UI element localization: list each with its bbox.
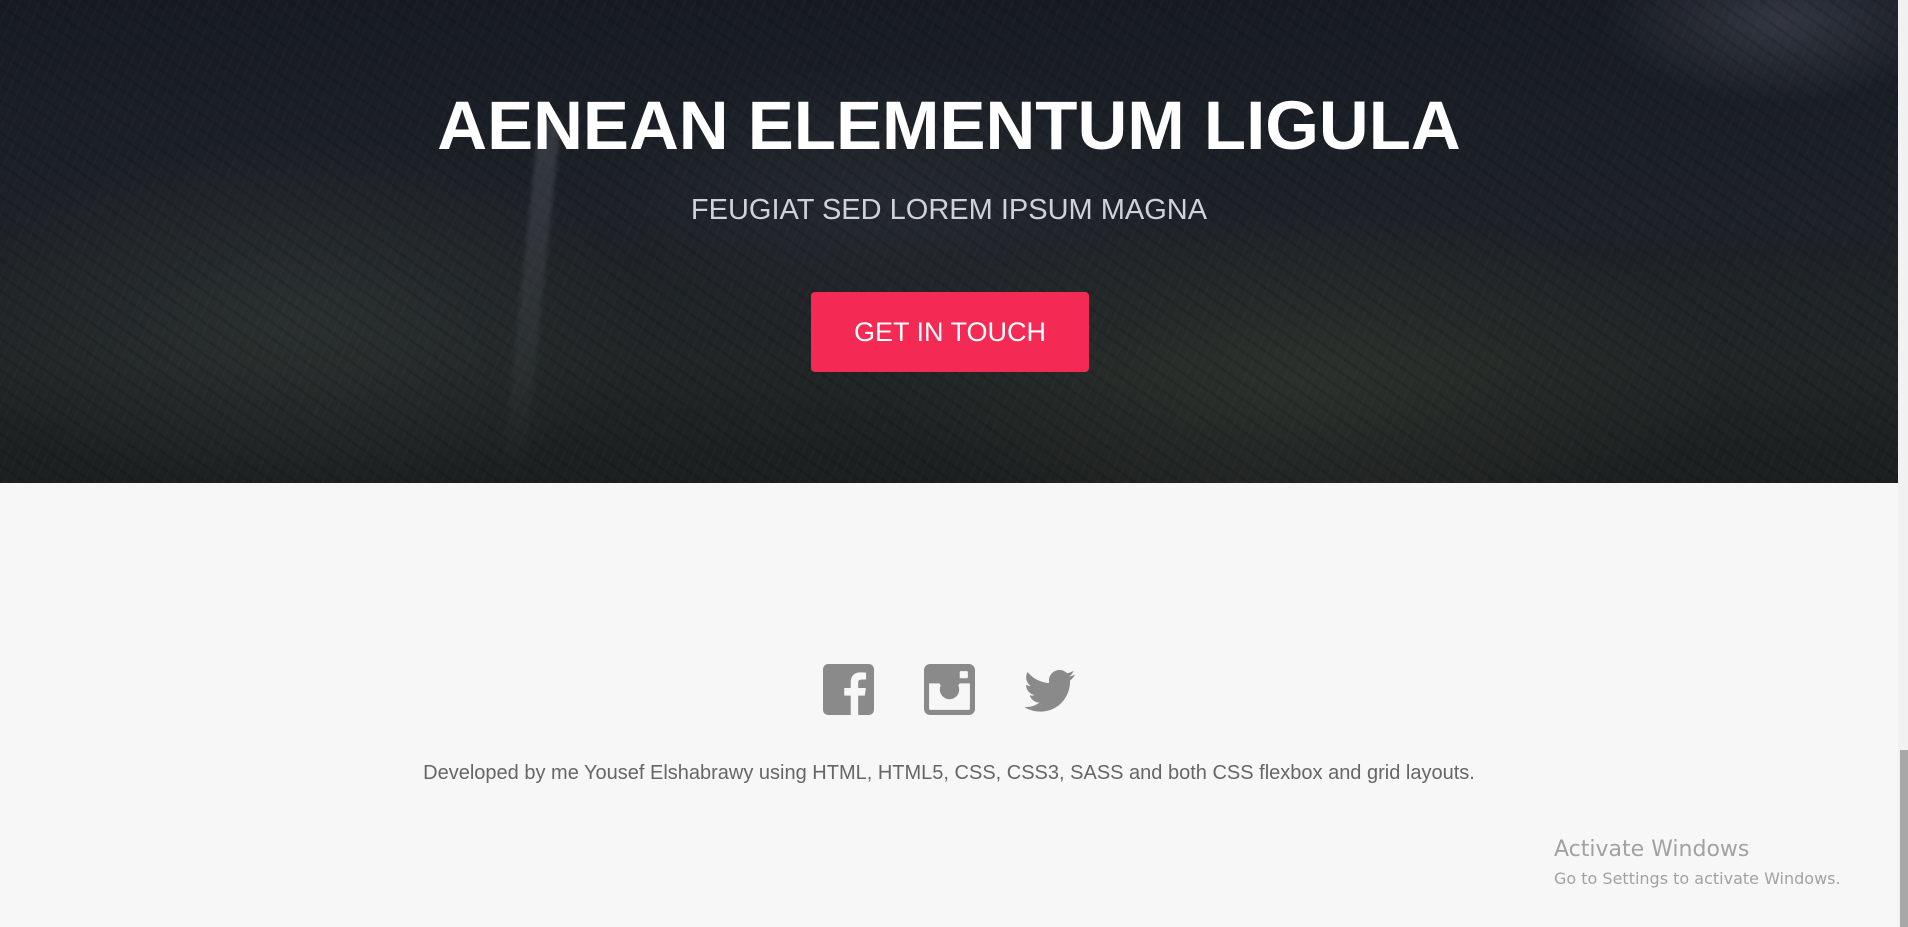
watermark-title: Activate Windows — [1554, 837, 1750, 862]
instagram-link[interactable] — [923, 664, 975, 715]
social-links — [0, 664, 1898, 716]
twitter-icon — [1024, 670, 1075, 712]
get-in-touch-button[interactable]: GET IN TOUCH — [811, 292, 1089, 372]
instagram-icon — [923, 664, 975, 715]
hero-section: AENEAN ELEMENTUM LIGULA FEUGIAT SED LORE… — [0, 0, 1898, 483]
hero-subtitle: FEUGIAT SED LOREM IPSUM MAGNA — [690, 194, 1208, 226]
watermark-subtitle: Go to Settings to activate Windows. — [1554, 869, 1841, 888]
twitter-link[interactable] — [1024, 664, 1076, 715]
facebook-link[interactable] — [822, 664, 874, 715]
hero-overlay — [0, 0, 1898, 483]
page-scrollbar-thumb[interactable] — [1900, 750, 1908, 927]
facebook-icon — [822, 664, 874, 715]
hero-title: AENEAN ELEMENTUM LIGULA — [437, 87, 1461, 164]
footer-credit-text: Developed by me Yousef Elshabrawy using … — [423, 762, 1475, 784]
windows-activation-watermark: Activate Windows Go to Settings to activ… — [1554, 836, 1841, 890]
